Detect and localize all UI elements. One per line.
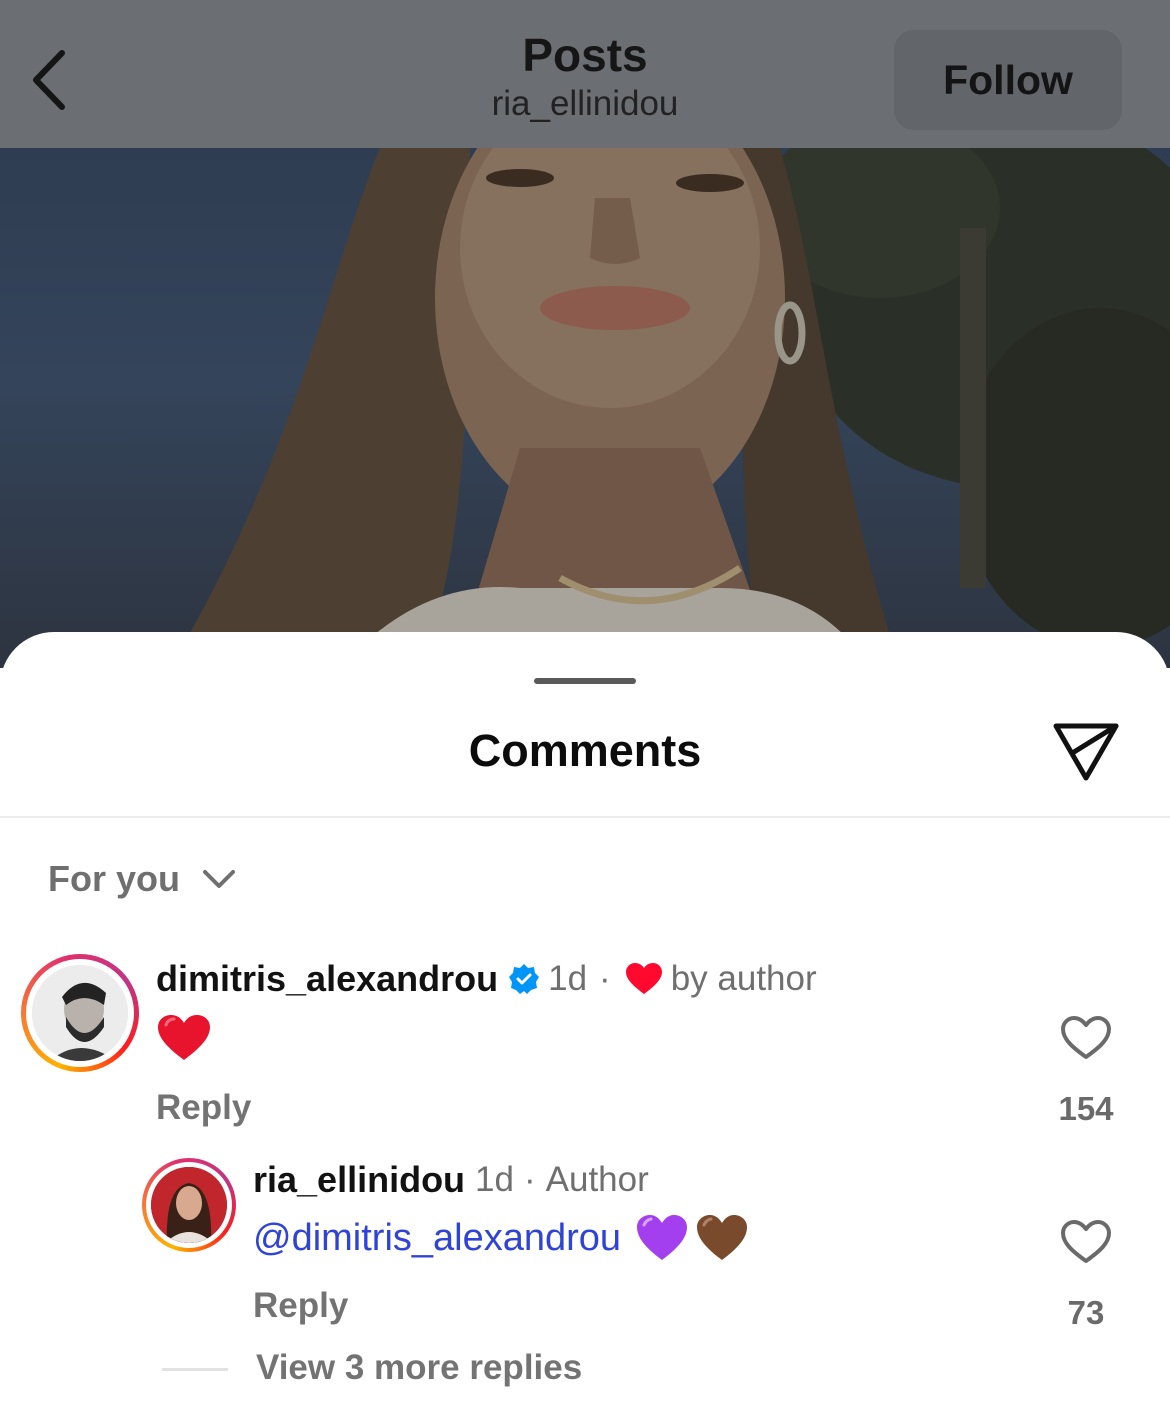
author-badge: Author [545, 1160, 649, 1199]
heart-filled-icon [625, 962, 663, 996]
avatar-portrait-icon [151, 1167, 227, 1243]
brown-heart-emoji [697, 1215, 748, 1260]
heart-outline-icon [1061, 1220, 1111, 1263]
reply-time: 1d [475, 1160, 514, 1199]
share-button[interactable] [1048, 716, 1124, 786]
like-button[interactable] [1056, 1012, 1116, 1064]
avatar-dimitris-alexandrou[interactable] [21, 954, 139, 1072]
chevron-down-icon [203, 870, 235, 888]
comment-sort-dropdown[interactable]: For you [48, 854, 236, 904]
heart-outline-icon [1061, 1016, 1111, 1059]
like-count: 73 [1067, 1294, 1105, 1331]
sheet-header-divider [0, 816, 1170, 818]
view-more-replies-button[interactable]: View 3 more replies [256, 1348, 582, 1388]
avatar-image [32, 965, 128, 1061]
avatar-ring-gap [26, 959, 134, 1067]
mention-link[interactable]: @dimitris_alexandrou [253, 1217, 621, 1260]
send-icon [1053, 723, 1119, 781]
comments-title: Comments [468, 725, 702, 776]
replies-thread-line [162, 1368, 228, 1371]
avatar-image [151, 1167, 227, 1243]
like-button[interactable] [1056, 1216, 1116, 1268]
comment-username[interactable]: dimitris_alexandrou [156, 958, 498, 1000]
comment-header: dimitris_alexandrou 1d · by author [156, 954, 817, 1004]
post-photo-illustration [170, 148, 1170, 668]
top-navigation-bar: Posts ria_ellinidou Follow [0, 0, 1170, 148]
red-heart-emoji [158, 1015, 210, 1060]
avatar-ring-gap [146, 1162, 232, 1248]
comment-time: 1d [548, 959, 588, 998]
reply-username[interactable]: ria_ellinidou [253, 1159, 465, 1201]
sort-label: For you [48, 858, 180, 899]
reply-header: ria_ellinidou 1d · Author [253, 1156, 649, 1204]
liked-by-author-text: by author [670, 959, 817, 998]
comment-body [156, 1008, 212, 1068]
meta-separator: · [599, 959, 611, 998]
avatar-portrait-icon [32, 965, 128, 1061]
meta-separator: · [523, 1160, 536, 1199]
like-count: 154 [1058, 1090, 1114, 1127]
purple-heart-emoji [637, 1215, 688, 1260]
reply-button[interactable]: Reply [156, 1088, 251, 1128]
sheet-grabber-handle[interactable] [534, 678, 636, 684]
reply-body: @dimitris_alexandrou [253, 1208, 749, 1268]
reply-button[interactable]: Reply [253, 1286, 348, 1326]
avatar-ria-ellinidou[interactable] [142, 1158, 236, 1252]
follow-button[interactable]: Follow [894, 30, 1122, 130]
comments-sheet: Comments For you dimitris_alexandrou 1d … [0, 632, 1170, 1428]
verified-badge-icon [508, 963, 540, 995]
post-photo[interactable] [0, 148, 1170, 668]
